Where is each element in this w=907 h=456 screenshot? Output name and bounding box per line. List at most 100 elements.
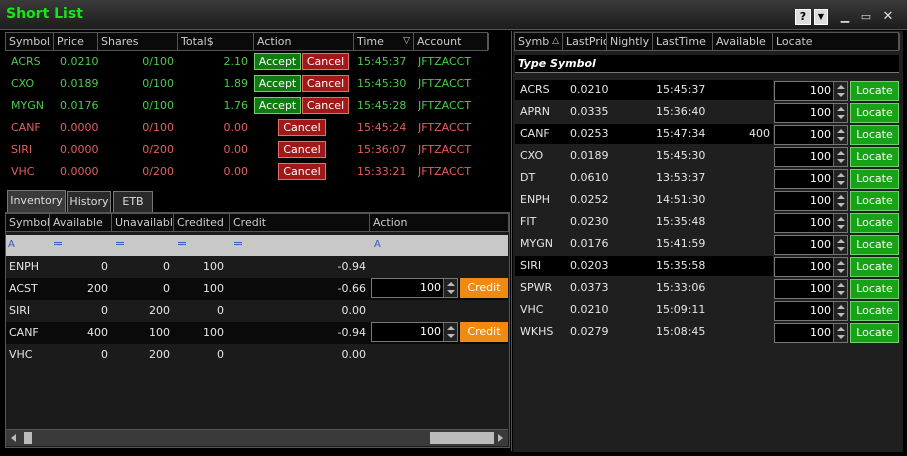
- decrement-icon[interactable]: [837, 159, 845, 163]
- stepper-value[interactable]: 100: [810, 104, 831, 122]
- filter-equals-icon[interactable]: [54, 242, 62, 245]
- locate-quantity-stepper[interactable]: 100: [774, 169, 848, 189]
- increment-icon[interactable]: [837, 327, 845, 331]
- cancel-button[interactable]: Cancel: [278, 141, 326, 158]
- credit-button[interactable]: Credit: [460, 278, 508, 298]
- locate-quantity-stepper[interactable]: 100: [774, 191, 848, 211]
- stepper-spin[interactable]: [833, 214, 847, 232]
- filter-equals-icon[interactable]: [234, 242, 242, 245]
- filter-icon[interactable]: ▽: [403, 33, 410, 50]
- decrement-icon[interactable]: [837, 181, 845, 185]
- increment-icon[interactable]: [837, 305, 845, 309]
- stepper-spin[interactable]: [833, 236, 847, 254]
- cancel-button[interactable]: Cancel: [302, 53, 349, 70]
- minimize-icon[interactable]: ▁: [838, 10, 852, 24]
- maximize-icon[interactable]: ▭: [859, 10, 873, 24]
- locate-quantity-stepper[interactable]: 100: [774, 235, 848, 255]
- stepper-spin[interactable]: [833, 148, 847, 166]
- stepper-value[interactable]: 100: [810, 258, 831, 276]
- locate-quantity-stepper[interactable]: 100: [774, 125, 848, 145]
- locate-quantity-stepper[interactable]: 100: [774, 81, 848, 101]
- decrement-icon[interactable]: [837, 137, 845, 141]
- accept-button[interactable]: Accept: [254, 75, 301, 92]
- increment-icon[interactable]: [837, 239, 845, 243]
- horizontal-scrollbar[interactable]: [6, 429, 508, 446]
- dropdown-menu-icon[interactable]: ▼: [814, 9, 828, 25]
- cancel-button[interactable]: Cancel: [278, 163, 326, 180]
- credit-quantity-stepper[interactable]: 100: [371, 322, 458, 342]
- stepper-spin[interactable]: [833, 126, 847, 144]
- column-header[interactable]: Time ▽: [354, 33, 414, 50]
- inventory-filter-row[interactable]: A A: [6, 235, 508, 256]
- filter-text-icon[interactable]: A: [374, 239, 381, 250]
- stepper-spin[interactable]: [833, 258, 847, 276]
- stepper-value[interactable]: 100: [810, 214, 831, 232]
- locate-button[interactable]: Locate: [850, 213, 899, 233]
- column-header[interactable]: Nightly: [607, 33, 653, 50]
- increment-icon[interactable]: [837, 173, 845, 177]
- increment-icon[interactable]: [837, 283, 845, 287]
- column-header[interactable]: Symb △: [515, 33, 563, 50]
- column-header[interactable]: Unavailable: [112, 214, 174, 231]
- locate-button[interactable]: Locate: [850, 279, 899, 299]
- increment-icon[interactable]: [837, 151, 845, 155]
- column-header[interactable]: Credit: [230, 214, 370, 231]
- locate-quantity-stepper[interactable]: 100: [774, 147, 848, 167]
- stepper-value[interactable]: 100: [810, 324, 831, 342]
- increment-icon[interactable]: [447, 326, 455, 330]
- stepper-value[interactable]: 100: [810, 170, 831, 188]
- locate-quantity-stepper[interactable]: 100: [774, 279, 848, 299]
- decrement-icon[interactable]: [447, 334, 455, 338]
- locate-button[interactable]: Locate: [850, 301, 899, 321]
- tab-inventory[interactable]: Inventory: [7, 190, 66, 212]
- locate-button[interactable]: Locate: [850, 81, 899, 101]
- scrollbar-thumb[interactable]: [24, 432, 32, 444]
- accept-button[interactable]: Accept: [254, 53, 301, 70]
- locate-button[interactable]: Locate: [850, 125, 899, 145]
- decrement-icon[interactable]: [837, 225, 845, 229]
- locate-quantity-stepper[interactable]: 100: [774, 213, 848, 233]
- decrement-icon[interactable]: [837, 335, 845, 339]
- locate-quantity-stepper[interactable]: 100: [774, 257, 848, 277]
- help-icon[interactable]: ?: [795, 9, 811, 25]
- cancel-button[interactable]: Cancel: [302, 97, 349, 114]
- column-header[interactable]: Shares: [98, 33, 178, 50]
- decrement-icon[interactable]: [837, 247, 845, 251]
- stepper-value[interactable]: 100: [810, 280, 831, 298]
- locate-quantity-stepper[interactable]: 100: [774, 301, 848, 321]
- column-header[interactable]: Available: [50, 214, 112, 231]
- filter-equals-icon[interactable]: [116, 242, 124, 245]
- cancel-button[interactable]: Cancel: [278, 119, 326, 136]
- increment-icon[interactable]: [837, 261, 845, 265]
- stepper-spin[interactable]: [833, 324, 847, 342]
- column-header[interactable]: Symbol: [6, 33, 54, 50]
- filter-text-icon[interactable]: A: [8, 239, 15, 250]
- stepper-value[interactable]: 100: [420, 323, 441, 341]
- tab-etb[interactable]: ETB: [113, 191, 153, 212]
- decrement-icon[interactable]: [837, 115, 845, 119]
- stepper-spin[interactable]: [833, 170, 847, 188]
- locate-button[interactable]: Locate: [850, 323, 899, 343]
- credit-button[interactable]: Credit: [460, 322, 508, 342]
- stepper-spin[interactable]: [443, 323, 457, 341]
- increment-icon[interactable]: [837, 195, 845, 199]
- stepper-spin[interactable]: [833, 104, 847, 122]
- increment-icon[interactable]: [837, 217, 845, 221]
- credit-quantity-stepper[interactable]: 100: [371, 278, 458, 298]
- stepper-value[interactable]: 100: [810, 82, 831, 100]
- increment-icon[interactable]: [837, 85, 845, 89]
- increment-icon[interactable]: [837, 107, 845, 111]
- column-header[interactable]: Price: [54, 33, 98, 50]
- decrement-icon[interactable]: [837, 313, 845, 317]
- stepper-spin[interactable]: [833, 192, 847, 210]
- locate-quantity-stepper[interactable]: 100: [774, 323, 848, 343]
- locate-button[interactable]: Locate: [850, 257, 899, 277]
- stepper-value[interactable]: 100: [420, 279, 441, 297]
- tab-history[interactable]: History: [67, 191, 111, 212]
- panel-divider[interactable]: [511, 31, 512, 451]
- stepper-value[interactable]: 100: [810, 126, 831, 144]
- decrement-icon[interactable]: [837, 203, 845, 207]
- stepper-value[interactable]: 100: [810, 148, 831, 166]
- decrement-icon[interactable]: [837, 291, 845, 295]
- stepper-value[interactable]: 100: [810, 236, 831, 254]
